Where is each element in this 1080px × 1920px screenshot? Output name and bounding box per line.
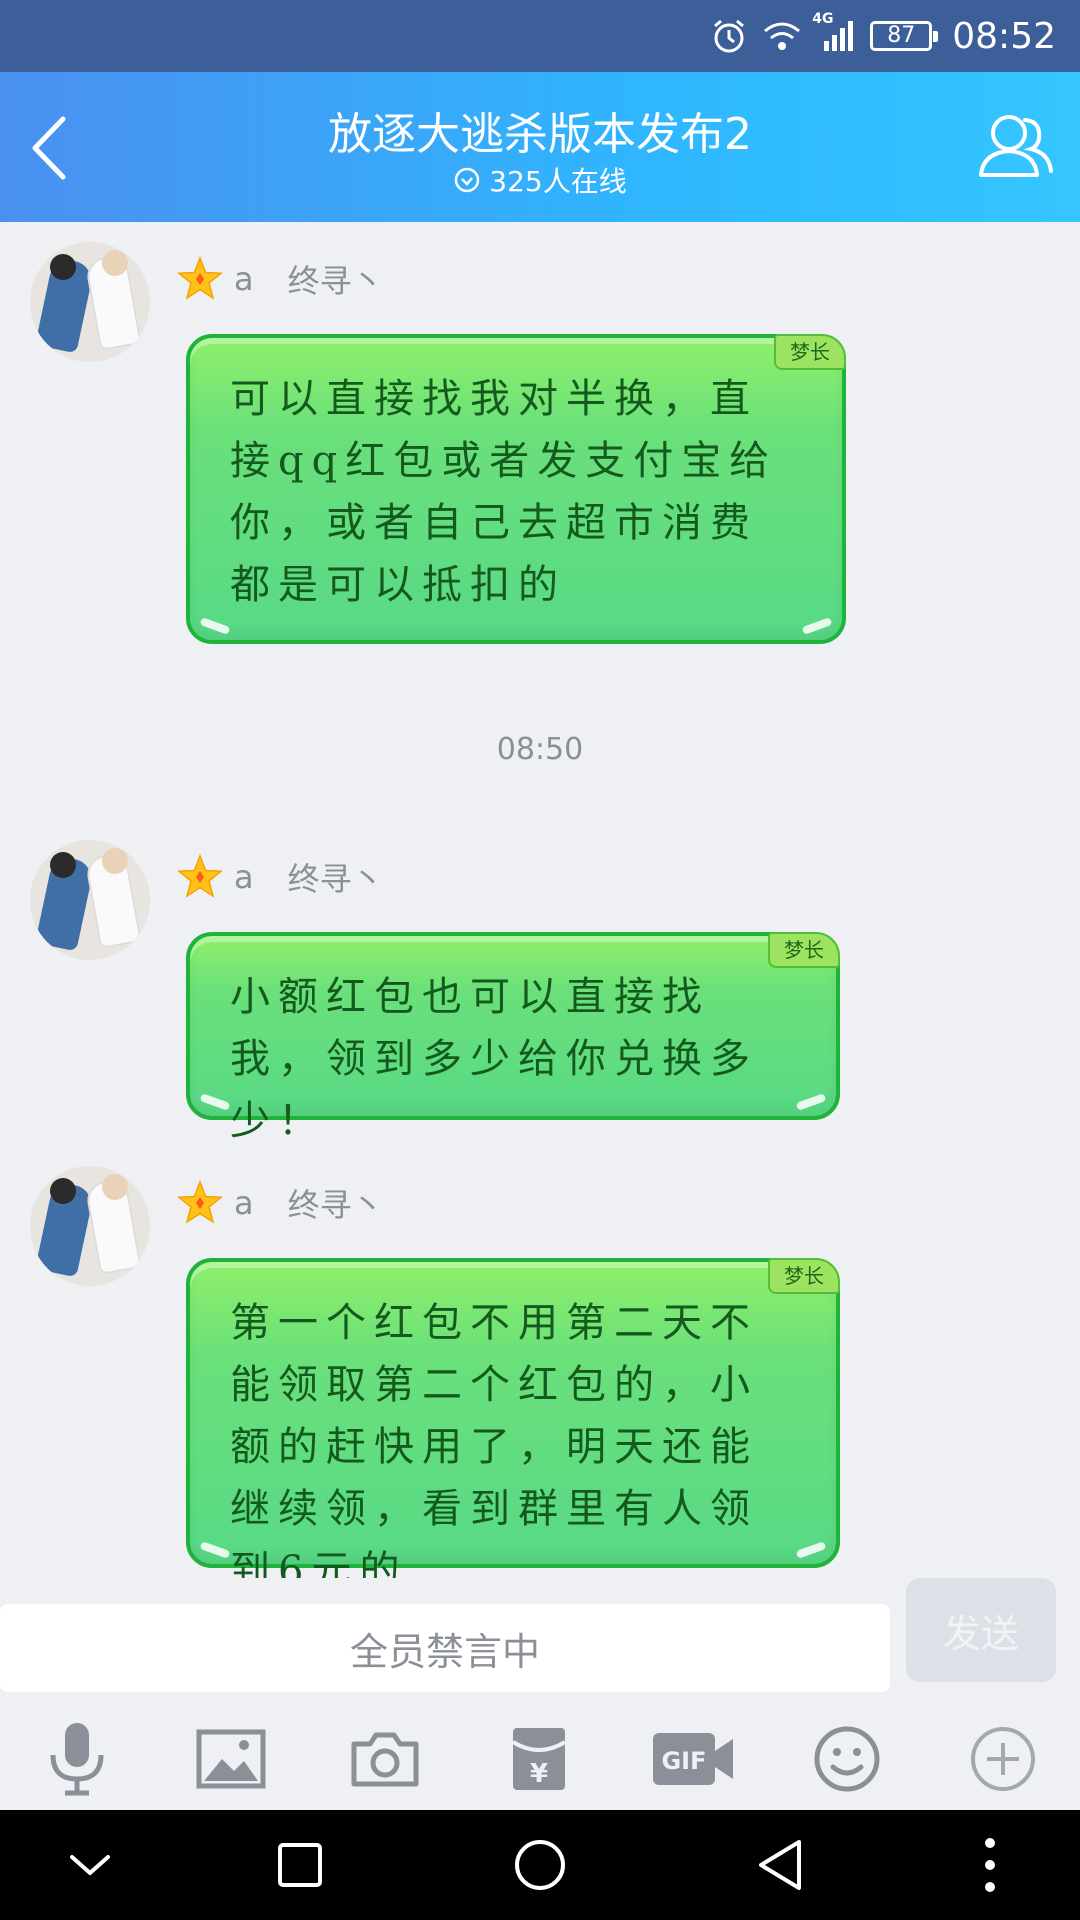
star-badge-icon bbox=[177, 853, 223, 898]
nav-recents-button[interactable] bbox=[260, 1825, 340, 1905]
nav-menu-button[interactable] bbox=[950, 1825, 1030, 1905]
message-bubble[interactable]: 梦长 可以直接找我对半换，直接qq红包或者发支付宝给你，或者自己去超市消费都是可… bbox=[186, 334, 846, 644]
group-members-button[interactable] bbox=[976, 106, 1056, 186]
star-badge-icon bbox=[177, 1179, 223, 1224]
status-icons: 4G 87 08:52 bbox=[710, 0, 1056, 72]
microphone-icon bbox=[50, 1723, 104, 1796]
member-level-label: a bbox=[234, 858, 254, 896]
member-level-label: a bbox=[234, 260, 254, 298]
triangle-back-icon bbox=[759, 1840, 801, 1890]
plus-icon bbox=[971, 1727, 1035, 1791]
image-icon bbox=[196, 1729, 266, 1789]
avatar[interactable] bbox=[30, 242, 150, 362]
input-toolbar: ¥ GIF bbox=[0, 1706, 1080, 1810]
member-level-label: a bbox=[234, 1184, 254, 1222]
group-members-icon bbox=[979, 115, 1053, 177]
wifi-icon bbox=[762, 19, 802, 53]
alarm-icon bbox=[710, 17, 748, 55]
red-packet-icon: ¥ bbox=[511, 1728, 567, 1790]
online-count: 325人在线 bbox=[0, 160, 1080, 200]
chat-screen: 4G 87 08:52 放逐大逃杀版本发布2 325人在线 a 终寻丶 梦长 可… bbox=[0, 0, 1080, 1920]
chat-header: 放逐大逃杀版本发布2 325人在线 bbox=[0, 72, 1080, 222]
role-badge: 梦长 bbox=[768, 1258, 840, 1294]
emoji-button[interactable] bbox=[802, 1714, 892, 1804]
camera-button[interactable] bbox=[340, 1714, 430, 1804]
message-list[interactable]: a 终寻丶 梦长 可以直接找我对半换，直接qq红包或者发支付宝给你，或者自己去超… bbox=[0, 222, 1080, 1602]
role-badge: 梦长 bbox=[774, 334, 846, 370]
square-icon bbox=[278, 1843, 322, 1887]
star-badge-icon bbox=[177, 255, 223, 300]
online-check-icon bbox=[455, 167, 480, 193]
image-button[interactable] bbox=[186, 1714, 276, 1804]
sender-line: a 终寻丶 bbox=[176, 852, 384, 902]
system-nav-bar bbox=[0, 1810, 1080, 1920]
circle-icon bbox=[515, 1840, 565, 1890]
camera-icon bbox=[351, 1732, 419, 1787]
sender-name[interactable]: 终寻丶 bbox=[288, 256, 384, 302]
gif-button[interactable]: GIF bbox=[648, 1714, 738, 1804]
message-input[interactable]: 全员禁言中 bbox=[0, 1604, 890, 1692]
chevron-down-icon bbox=[70, 1855, 110, 1875]
message-timestamp: 08:50 bbox=[496, 732, 584, 767]
sender-name[interactable]: 终寻丶 bbox=[288, 854, 384, 900]
voice-button[interactable] bbox=[32, 1714, 122, 1804]
page-title: 放逐大逃杀版本发布2 bbox=[328, 109, 752, 160]
nav-home-button[interactable] bbox=[500, 1825, 580, 1905]
sender-line: a 终寻丶 bbox=[176, 254, 384, 304]
status-time: 08:52 bbox=[952, 15, 1056, 57]
network-type-label: 4G bbox=[812, 11, 834, 27]
more-vertical-icon bbox=[985, 1838, 995, 1892]
avatar[interactable] bbox=[30, 840, 150, 960]
sender-name[interactable]: 终寻丶 bbox=[288, 1180, 384, 1226]
role-badge: 梦长 bbox=[768, 932, 840, 968]
more-button[interactable] bbox=[958, 1714, 1048, 1804]
message-bubble[interactable]: 梦长 第一个红包不用第二天不能领取第二个红包的，小额的赶快用了，明天还能继续领，… bbox=[186, 1258, 840, 1594]
gif-video-icon: GIF bbox=[653, 1733, 733, 1785]
svg-text:¥: ¥ bbox=[530, 1759, 548, 1789]
message-text: 第一个红包不用第二天不能领取第二个红包的，小额的赶快用了，明天还能继续领，看到群… bbox=[230, 1300, 758, 1594]
emoji-icon bbox=[814, 1726, 880, 1792]
red-packet-button[interactable]: ¥ bbox=[494, 1714, 584, 1804]
online-count-label: 325人在线 bbox=[489, 165, 627, 198]
avatar[interactable] bbox=[30, 1166, 150, 1286]
battery-indicator: 87 bbox=[870, 21, 939, 51]
nav-hide-button[interactable] bbox=[50, 1825, 130, 1905]
nav-back-button[interactable] bbox=[740, 1825, 820, 1905]
input-row: 全员禁言中 发送 bbox=[0, 1578, 1080, 1692]
gif-label: GIF bbox=[661, 1747, 706, 1775]
message-bubble[interactable]: 梦长 小额红包也可以直接找我，领到多少给你兑换多少！ bbox=[186, 932, 840, 1144]
status-bar: 4G 87 08:52 bbox=[0, 0, 1080, 72]
send-button[interactable]: 发送 bbox=[906, 1578, 1056, 1682]
message-text: 可以直接找我对半换，直接qq红包或者发支付宝给你，或者自己去超市消费都是可以抵扣… bbox=[230, 376, 778, 608]
message-text: 小额红包也可以直接找我，领到多少给你兑换多少！ bbox=[230, 974, 758, 1144]
sender-line: a 终寻丶 bbox=[176, 1178, 384, 1228]
signal-icon: 4G bbox=[812, 11, 856, 53]
